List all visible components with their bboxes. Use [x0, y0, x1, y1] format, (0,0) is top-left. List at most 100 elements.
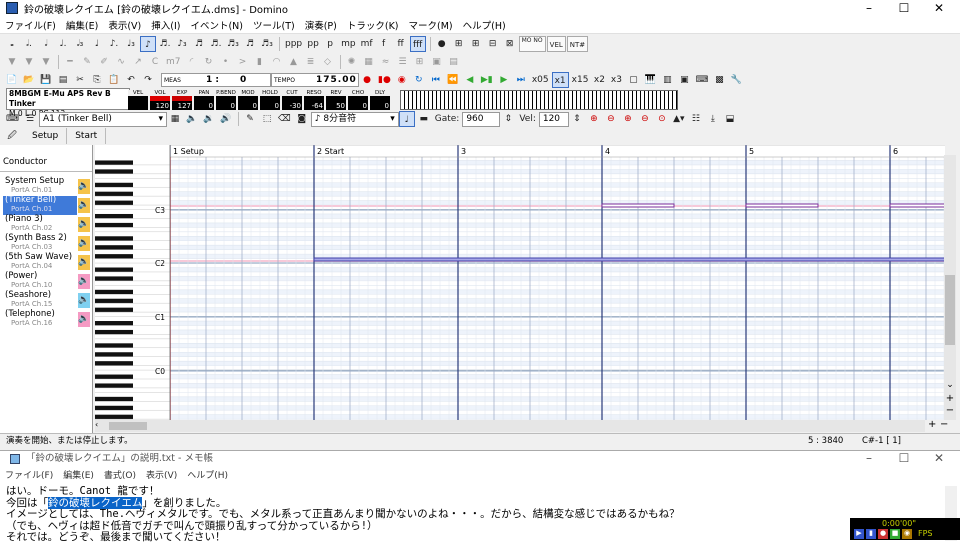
- step-record-icon[interactable]: ▮●: [376, 72, 393, 88]
- lock-icon[interactable]: ▲: [286, 54, 302, 70]
- menu-track[interactable]: トラック(K): [342, 18, 404, 32]
- track-select[interactable]: A1 (Tinker Bell) ▾: [39, 111, 167, 127]
- gate-input[interactable]: 960: [462, 111, 501, 127]
- dynamic-mp-button[interactable]: mp: [339, 36, 357, 52]
- meas-field[interactable]: MEAS 1 : 0: [161, 73, 271, 87]
- triplet-32nd-note-icon[interactable]: ♬₃: [259, 36, 275, 52]
- vertical-scrollbar[interactable]: ⌄ + −: [944, 155, 956, 420]
- filter2-icon[interactable]: ▼: [21, 54, 37, 70]
- grid-delete-icon[interactable]: ⊠: [502, 36, 518, 52]
- dynamic-mf-button[interactable]: mf: [359, 36, 375, 52]
- gear-icon[interactable]: ✺: [344, 54, 360, 70]
- track-item[interactable]: System Setup PortA Ch.01: [3, 177, 77, 196]
- dotted-sixteenth-note-icon[interactable]: ♬.: [157, 36, 173, 52]
- zoom-out-icon[interactable]: ⊖: [603, 111, 619, 127]
- conductor-track[interactable]: Conductor: [3, 157, 47, 167]
- minimize-button[interactable]: –: [852, 0, 886, 16]
- record-button[interactable]: ●: [359, 72, 375, 88]
- triplet-eighth-note-icon[interactable]: ♪₃: [174, 36, 190, 52]
- quarter-note-icon[interactable]: ♩: [89, 36, 105, 52]
- recorder-play-icon[interactable]: ▶: [854, 529, 864, 539]
- speaker-all-icon[interactable]: 🔊: [218, 111, 234, 127]
- menu-file[interactable]: ファイル(F): [0, 18, 61, 32]
- end-icon[interactable]: ⏭: [513, 72, 529, 88]
- recorder-settings-icon[interactable]: ◉: [902, 529, 912, 539]
- note-length-select[interactable]: ♪ 8分音符 ▾: [310, 111, 399, 127]
- notepad-menu-edit[interactable]: 編集(E): [58, 469, 99, 483]
- speaker-icon[interactable]: 🔈: [78, 312, 90, 327]
- prev-icon[interactable]: ◀: [462, 72, 478, 88]
- vel-button[interactable]: VEL: [546, 36, 566, 52]
- menu-event[interactable]: イベント(N): [185, 18, 248, 32]
- mixer-cho-slider[interactable]: CHO 0: [348, 90, 368, 110]
- fold-icon[interactable]: ⊞: [412, 54, 428, 70]
- speaker-icon[interactable]: 🔈: [78, 236, 90, 251]
- menu-edit[interactable]: 編集(E): [61, 18, 103, 32]
- dynamic-ppp-button[interactable]: ppp: [283, 36, 304, 52]
- mixer-pbend-slider[interactable]: P.BEND 0: [216, 90, 236, 110]
- menu-tools[interactable]: ツール(T): [248, 18, 300, 32]
- mixer-icon[interactable]: ▩: [711, 72, 727, 88]
- menu-insert[interactable]: 挿入(I): [146, 18, 185, 32]
- notepad-menu-help[interactable]: ヘルプ(H): [182, 469, 233, 483]
- notepad-minimize-button[interactable]: –: [852, 451, 886, 465]
- properties-icon[interactable]: ▤: [55, 72, 71, 88]
- menu-help[interactable]: ヘルプ(H): [458, 18, 511, 32]
- recorder-record-icon[interactable]: ●: [878, 529, 888, 539]
- disk-icon[interactable]: ◙: [294, 111, 310, 127]
- filter3-icon[interactable]: ▼: [38, 54, 54, 70]
- dotted-eighth-note-icon[interactable]: ♪.: [106, 36, 122, 52]
- horizontal-scroll-thumb[interactable]: [109, 422, 147, 430]
- zoom-h-out-icon[interactable]: ⊖: [637, 111, 653, 127]
- new-file-icon[interactable]: 📄: [4, 72, 20, 88]
- tempo-field[interactable]: TEMPO 175.00: [271, 73, 359, 87]
- piano-icon[interactable]: ⌨: [4, 111, 21, 127]
- half-note-icon[interactable]: 𝅗𝅥: [38, 36, 54, 52]
- notepad-text-area[interactable]: はい。ドーモ。Canot 龍です！ 今回は「鈴の破壊レクイエム」を創りました。 イメ…: [6, 485, 680, 544]
- quantize-icon[interactable]: ⊞: [451, 36, 467, 52]
- arpeggio-icon[interactable]: ≣: [303, 54, 319, 70]
- 32nd-note-icon[interactable]: ♬: [242, 36, 258, 52]
- zoom-fit-icon[interactable]: ⊙: [654, 111, 670, 127]
- calendar-icon[interactable]: ▦: [167, 111, 183, 127]
- h-zoom-plus-icon[interactable]: +: [928, 419, 936, 430]
- track-item[interactable]: (5th Saw Wave) PortA Ch.04: [3, 253, 77, 272]
- notepad-menu-format[interactable]: 書式(O): [99, 469, 141, 483]
- eighth-note-icon[interactable]: ♪: [140, 36, 156, 52]
- settings-wrench-icon[interactable]: 🔧: [728, 72, 744, 88]
- eraser-icon[interactable]: ⌫: [276, 111, 293, 127]
- bar-tool-icon[interactable]: ▬: [416, 111, 432, 127]
- mixer-cut-slider[interactable]: CUT -30: [282, 90, 302, 110]
- layer-icon[interactable]: ▦: [361, 54, 377, 70]
- speed-x1[interactable]: x1: [551, 72, 569, 88]
- h-zoom-minus-icon[interactable]: −: [940, 419, 948, 430]
- speaker-icon[interactable]: 🔈: [78, 198, 90, 213]
- chevron-down-icon[interactable]: ⌄: [944, 380, 956, 390]
- track-item[interactable]: (Synth Bass 2) PortA Ch.03: [3, 234, 77, 253]
- monitor-icon[interactable]: ▣: [676, 72, 692, 88]
- save-icon[interactable]: 💾: [38, 72, 54, 88]
- track-item[interactable]: (Piano 3) PortA Ch.02: [3, 215, 77, 234]
- zoom-h-in-icon[interactable]: ⊕: [620, 111, 636, 127]
- repeat-icon[interactable]: ↻: [201, 54, 217, 70]
- zoom-in-icon[interactable]: ⊕: [586, 111, 602, 127]
- dotted-half-note-icon[interactable]: 𝅗𝅥.: [21, 36, 37, 52]
- menu-mark[interactable]: マーク(M): [404, 18, 458, 32]
- triplet-sixteenth-note-icon[interactable]: ♬₃: [225, 36, 241, 52]
- loop-icon[interactable]: ↻: [411, 72, 427, 88]
- dotted-32nd-note-icon[interactable]: ♬.: [208, 36, 224, 52]
- recorder-stop-icon[interactable]: ■: [890, 529, 900, 539]
- wave-icon[interactable]: ≈: [378, 54, 394, 70]
- notepad-maximize-button[interactable]: ☐: [887, 451, 921, 465]
- maximize-button[interactable]: ☐: [887, 0, 921, 16]
- triplet-half-note-icon[interactable]: 𝅗𝅥₃: [72, 36, 88, 52]
- punch-record-icon[interactable]: ◉: [394, 72, 410, 88]
- notepad-menu-view[interactable]: 表示(V): [141, 469, 182, 483]
- notepad-close-button[interactable]: ✕: [922, 451, 956, 465]
- pencil-tool-icon[interactable]: ✎: [79, 54, 95, 70]
- prev-measure-icon[interactable]: ⏪: [445, 72, 461, 88]
- chord-m7-icon[interactable]: m7: [164, 54, 183, 70]
- bracket-icon[interactable]: ◜: [184, 54, 200, 70]
- menu-play[interactable]: 演奏(P): [300, 18, 342, 32]
- track-item[interactable]: (Power) PortA Ch.10: [3, 272, 77, 291]
